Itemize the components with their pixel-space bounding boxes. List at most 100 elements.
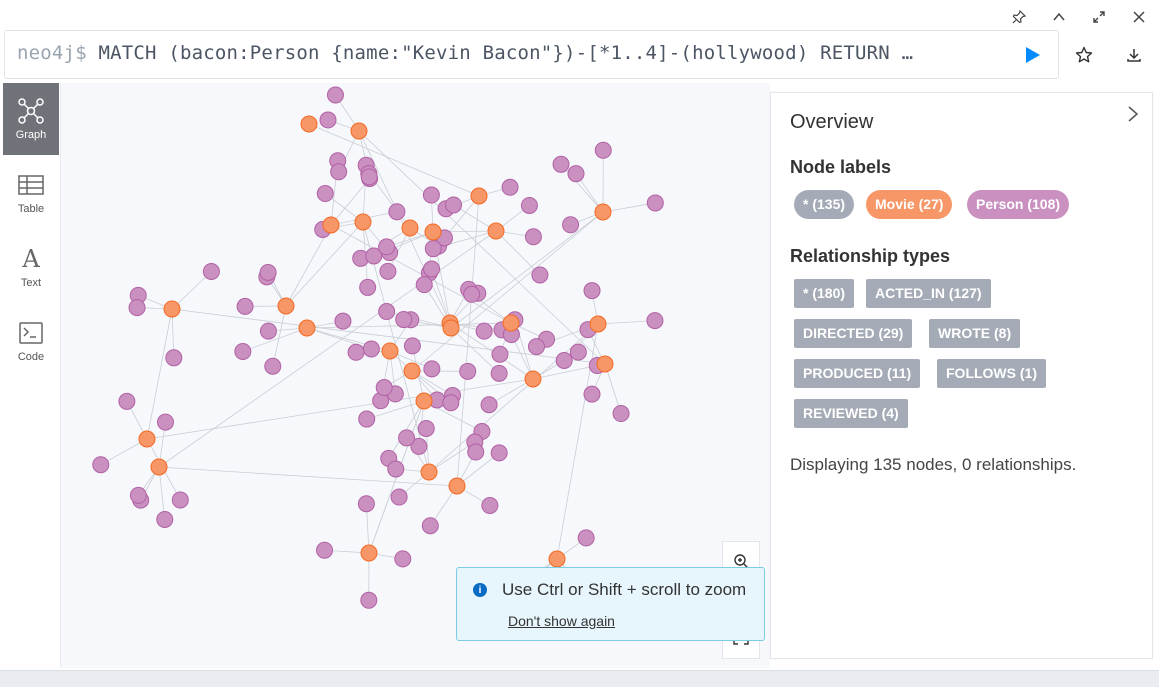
movie-node[interactable] — [382, 343, 398, 359]
relationship-edge[interactable] — [598, 321, 655, 324]
movie-node[interactable] — [595, 204, 611, 220]
movie-node[interactable] — [404, 363, 420, 379]
collapse-panel-button[interactable] — [1126, 105, 1140, 128]
person-node[interactable] — [93, 457, 109, 473]
person-node[interactable] — [553, 156, 569, 172]
run-button[interactable] — [1022, 44, 1044, 66]
person-node[interactable] — [525, 229, 541, 245]
person-node[interactable] — [359, 411, 375, 427]
movie-node[interactable] — [301, 116, 317, 132]
person-node[interactable] — [395, 551, 411, 567]
relationship-edge[interactable] — [307, 328, 371, 349]
person-node[interactable] — [327, 87, 343, 103]
person-node[interactable] — [468, 444, 484, 460]
person-node[interactable] — [348, 344, 364, 360]
person-node[interactable] — [129, 300, 145, 316]
person-node[interactable] — [492, 346, 508, 362]
person-node[interactable] — [157, 511, 173, 527]
person-node[interactable] — [172, 492, 188, 508]
node-label-person[interactable]: Person (108) — [967, 190, 1069, 219]
person-node[interactable] — [613, 406, 629, 422]
person-node[interactable] — [584, 283, 600, 299]
relationship-edge[interactable] — [159, 467, 457, 486]
person-node[interactable] — [376, 380, 392, 396]
movie-node[interactable] — [597, 356, 613, 372]
person-node[interactable] — [380, 263, 396, 279]
person-node[interactable] — [532, 267, 548, 283]
relationship-edge[interactable] — [451, 212, 603, 328]
node-label-all[interactable]: * (135) — [794, 190, 854, 219]
person-node[interactable] — [570, 344, 586, 360]
person-node[interactable] — [424, 261, 440, 277]
person-node[interactable] — [235, 343, 251, 359]
person-node[interactable] — [399, 430, 415, 446]
person-node[interactable] — [521, 197, 537, 213]
pin-icon[interactable] — [999, 0, 1039, 34]
person-node[interactable] — [166, 350, 182, 366]
person-node[interactable] — [647, 195, 663, 211]
person-node[interactable] — [130, 487, 146, 503]
person-node[interactable] — [363, 341, 379, 357]
query-text[interactable]: neo4j$ MATCH (bacon:Person {name:"Kevin … — [17, 42, 998, 64]
person-node[interactable] — [446, 197, 462, 213]
movie-node[interactable] — [351, 123, 367, 139]
person-node[interactable] — [237, 298, 253, 314]
movie-node[interactable] — [449, 478, 465, 494]
person-node[interactable] — [157, 414, 173, 430]
movie-node[interactable] — [425, 224, 441, 240]
person-node[interactable] — [556, 352, 572, 368]
dont-show-again-link[interactable]: Don't show again — [508, 613, 615, 629]
person-node[interactable] — [361, 169, 377, 185]
person-node[interactable] — [423, 187, 439, 203]
person-node[interactable] — [460, 363, 476, 379]
person-node[interactable] — [595, 142, 611, 158]
movie-node[interactable] — [164, 301, 180, 317]
rel-type-directed[interactable]: DIRECTED (29) — [794, 319, 912, 348]
person-node[interactable] — [317, 186, 333, 202]
movie-node[interactable] — [471, 188, 487, 204]
rel-type-all[interactable]: * (180) — [794, 279, 854, 308]
person-node[interactable] — [481, 397, 497, 413]
person-node[interactable] — [360, 279, 376, 295]
person-node[interactable] — [260, 264, 276, 280]
movie-node[interactable] — [549, 551, 565, 567]
person-node[interactable] — [335, 313, 351, 329]
person-node[interactable] — [424, 361, 440, 377]
person-node[interactable] — [563, 217, 579, 233]
person-node[interactable] — [331, 164, 347, 180]
tab-code[interactable]: Code — [3, 305, 59, 377]
person-node[interactable] — [491, 445, 507, 461]
movie-node[interactable] — [323, 217, 339, 233]
rel-type-reviewed[interactable]: REVIEWED (4) — [794, 399, 908, 428]
person-node[interactable] — [404, 338, 420, 354]
person-node[interactable] — [358, 496, 374, 512]
person-node[interactable] — [260, 323, 276, 339]
query-editor[interactable]: neo4j$ MATCH (bacon:Person {name:"Kevin … — [4, 30, 1059, 79]
person-node[interactable] — [476, 323, 492, 339]
person-node[interactable] — [647, 313, 663, 329]
person-node[interactable] — [391, 489, 407, 505]
movie-node[interactable] — [151, 459, 167, 475]
relationship-edge[interactable] — [451, 328, 499, 373]
movie-node[interactable] — [525, 371, 541, 387]
rel-type-acted-in[interactable]: ACTED_IN (127) — [866, 279, 991, 308]
rel-type-follows[interactable]: FOLLOWS (1) — [937, 359, 1046, 388]
person-node[interactable] — [203, 263, 219, 279]
person-node[interactable] — [396, 312, 412, 328]
person-node[interactable] — [528, 339, 544, 355]
person-node[interactable] — [464, 286, 480, 302]
close-icon[interactable] — [1119, 0, 1159, 34]
person-node[interactable] — [502, 179, 518, 195]
movie-node[interactable] — [416, 393, 432, 409]
movie-node[interactable] — [590, 316, 606, 332]
person-node[interactable] — [416, 277, 432, 293]
movie-node[interactable] — [402, 220, 418, 236]
node-label-movie[interactable]: Movie (27) — [866, 190, 952, 219]
person-node[interactable] — [491, 365, 507, 381]
rel-type-wrote[interactable]: WROTE (8) — [929, 319, 1020, 348]
person-node[interactable] — [389, 204, 405, 220]
movie-node[interactable] — [278, 298, 294, 314]
person-node[interactable] — [578, 530, 594, 546]
person-node[interactable] — [584, 386, 600, 402]
favorite-button[interactable] — [1059, 38, 1109, 72]
